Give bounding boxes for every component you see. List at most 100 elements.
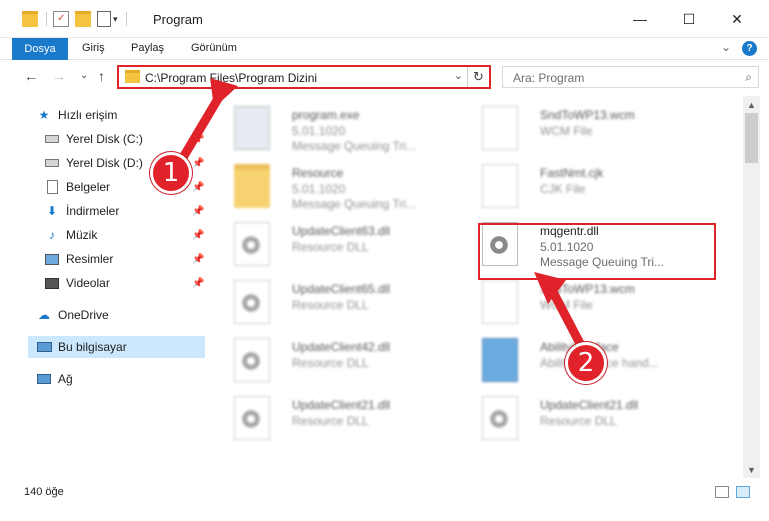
- sidebar-item-label: Müzik: [66, 228, 98, 242]
- forward-button[interactable]: →: [52, 68, 66, 84]
- details-view-icon[interactable]: [715, 486, 729, 498]
- sidebar-item-quick-access[interactable]: ★ Hızlı erişim: [36, 104, 118, 126]
- star-icon: ★: [38, 108, 50, 122]
- tab-file[interactable]: Dosya: [12, 38, 68, 60]
- sidebar-item-label: Hızlı erişim: [58, 108, 118, 122]
- file-name: SndToWP13.wcm: [540, 282, 635, 296]
- doc-file-icon: [482, 280, 518, 324]
- ribbon-collapse-icon[interactable]: ⌄: [721, 40, 731, 54]
- dll-file-icon: [234, 280, 270, 324]
- scroll-thumb[interactable]: [745, 113, 758, 163]
- file-detail: 5.01.1020: [292, 182, 346, 196]
- search-input[interactable]: Ara: Program ⌕: [502, 66, 759, 88]
- list-item[interactable]: UpdateClient42.dll Resource DLL: [230, 334, 470, 390]
- search-icon[interactable]: ⌕: [745, 70, 752, 85]
- large-icons-view-icon[interactable]: [736, 486, 750, 498]
- pin-icon[interactable]: 📌: [192, 254, 204, 265]
- dropdown-chevron-icon[interactable]: ▾: [113, 14, 118, 25]
- list-item[interactable]: Resource 5.01.1020 Message Queuing Tri...: [230, 160, 470, 216]
- title-bar: ✓ ▾ Program — ☐ ✕: [0, 0, 769, 38]
- new-folder-icon[interactable]: [75, 11, 91, 27]
- sidebar-item-local-disk-d[interactable]: Yerel Disk (D:): [44, 152, 143, 174]
- sidebar-item-documents[interactable]: Belgeler: [44, 176, 110, 198]
- close-button[interactable]: ✕: [714, 0, 760, 38]
- sidebar-item-label: Ağ: [58, 372, 73, 386]
- tab-share[interactable]: Paylaş: [131, 42, 164, 54]
- minimize-button[interactable]: —: [617, 0, 663, 38]
- file-detail: WCM File: [540, 298, 593, 312]
- list-item[interactable]: program.exe 5.01.1020 Message Queuing Tri.…: [230, 102, 470, 158]
- file-detail: Resource DLL: [292, 414, 369, 428]
- file-name: UpdateClient65.dll: [292, 282, 391, 296]
- pin-icon[interactable]: 📌: [192, 182, 204, 193]
- scroll-up-icon[interactable]: ▲: [743, 96, 760, 113]
- doc-file-icon: [482, 164, 518, 208]
- gear-icon: [241, 351, 261, 371]
- sidebar-item-pictures[interactable]: Resimler: [44, 248, 113, 270]
- list-item[interactable]: UpdateClient21.dll Resource DLL: [230, 392, 470, 448]
- step-1-badge: 1: [150, 152, 192, 194]
- properties-icon[interactable]: ✓: [53, 11, 69, 27]
- vertical-scrollbar[interactable]: ▲ ▼: [743, 96, 760, 478]
- list-item[interactable]: UpdateClient65.dll Resource DLL: [230, 276, 470, 332]
- folder-file-icon: [234, 164, 270, 208]
- file-description: Message Queuing Tri...: [292, 197, 417, 211]
- list-item[interactable]: FastNmt.cjk CJK File: [478, 160, 718, 216]
- file-detail: Resource DLL: [540, 414, 617, 428]
- back-button[interactable]: ←: [24, 68, 38, 84]
- app-file-icon: [482, 338, 518, 382]
- file-name: UpdateClient63.dll: [292, 224, 391, 238]
- ribbon-tabs: Dosya Giriş Paylaş Görünüm ⌄ ?: [0, 38, 769, 60]
- status-bar: 140 öğe: [0, 480, 769, 504]
- file-name: SndToWP13.wcm: [540, 108, 635, 122]
- sidebar-item-onedrive[interactable]: ☁ OneDrive: [36, 304, 109, 326]
- folder-icon: [22, 11, 38, 27]
- pin-icon[interactable]: 📌: [192, 158, 204, 169]
- list-item[interactable]: SndToWP13.wcm WCM File: [478, 102, 718, 158]
- download-icon: ⬇: [46, 204, 58, 218]
- address-bar[interactable]: C:\Program Files\Program Dizini ⌄ ↻: [117, 65, 491, 89]
- pin-icon[interactable]: 📌: [192, 230, 204, 241]
- pin-icon[interactable]: 📌: [192, 206, 204, 217]
- recent-locations-button[interactable]: ⌄: [80, 70, 88, 81]
- file-detail: Resource DLL: [292, 240, 369, 254]
- network-icon: [36, 371, 52, 387]
- view-options-icon[interactable]: [97, 11, 111, 27]
- sidebar-item-videos[interactable]: Videolar: [44, 272, 110, 294]
- list-item[interactable]: UpdateClient63.dll Resource DLL: [230, 218, 470, 274]
- sidebar-item-music[interactable]: ♪ Müzik: [44, 224, 97, 246]
- sidebar-item-this-pc[interactable]: Bu bilgisayar: [28, 336, 205, 358]
- scroll-down-icon[interactable]: ▼: [743, 461, 760, 478]
- sidebar-item-network[interactable]: Ağ: [36, 368, 73, 390]
- quick-access-toolbar: ✓ ▾: [22, 11, 127, 27]
- file-list: program.exe 5.01.1020 Message Queuing Tri.…: [216, 96, 742, 478]
- sidebar-item-label: Bu bilgisayar: [58, 340, 127, 354]
- window-bottom: [0, 504, 769, 521]
- sidebar-item-label: Yerel Disk (D:): [66, 156, 143, 170]
- file-detail: Resource DLL: [292, 356, 369, 370]
- list-item[interactable]: SndToWP13.wcm WCM File: [478, 276, 718, 332]
- up-button[interactable]: ↑: [98, 68, 105, 84]
- file-name: program.exe: [292, 108, 360, 122]
- refresh-button[interactable]: ↻: [467, 67, 489, 87]
- help-icon[interactable]: ?: [742, 41, 757, 56]
- music-icon: ♪: [49, 228, 55, 242]
- exe-file-icon: [234, 106, 270, 150]
- videos-icon: [44, 275, 60, 291]
- tab-home[interactable]: Giriş: [82, 42, 105, 54]
- address-path[interactable]: C:\Program Files\Program Dizini: [145, 71, 317, 85]
- tab-view[interactable]: Görünüm: [191, 42, 237, 54]
- address-dropdown-icon[interactable]: ⌄: [454, 69, 463, 82]
- gear-icon: [241, 293, 261, 313]
- sidebar-item-downloads[interactable]: ⬇ İndirmeler: [44, 200, 119, 222]
- pin-icon[interactable]: 📌: [192, 134, 204, 145]
- drive-icon: [44, 131, 60, 147]
- sidebar-item-local-disk-c[interactable]: Yerel Disk (C:): [44, 128, 143, 150]
- file-name: UpdateClient21.dll: [540, 398, 639, 412]
- maximize-button[interactable]: ☐: [666, 0, 712, 38]
- navigation-bar: ← → ⌄ ↑ C:\Program Files\Program Dizini …: [0, 60, 769, 94]
- computer-icon: [36, 339, 52, 355]
- list-item[interactable]: UpdateClient21.dll Resource DLL: [478, 392, 718, 448]
- file-detail: WCM File: [540, 124, 593, 138]
- pin-icon[interactable]: 📌: [192, 278, 204, 289]
